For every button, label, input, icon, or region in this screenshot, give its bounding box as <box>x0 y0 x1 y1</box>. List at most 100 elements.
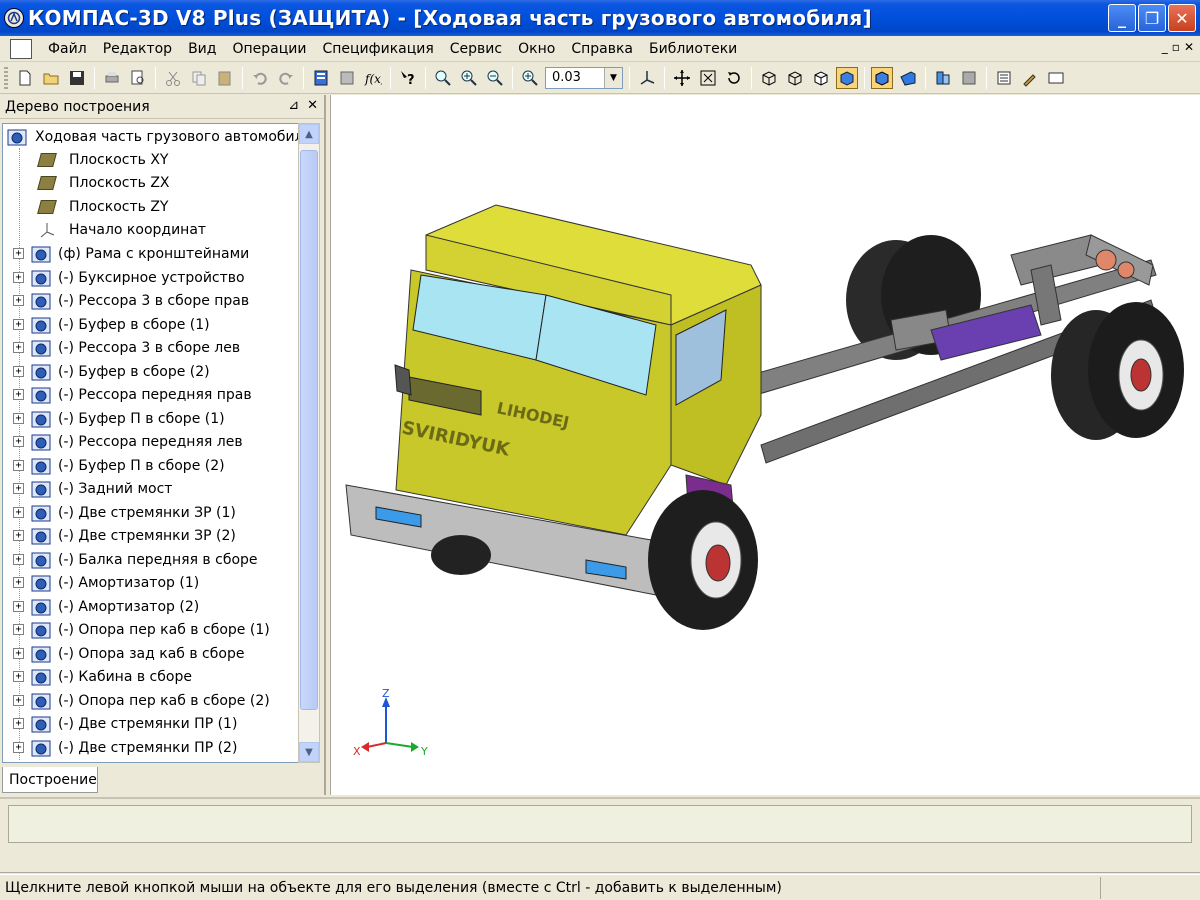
expand-icon[interactable]: + <box>13 248 24 259</box>
close-button[interactable]: ✕ <box>1168 4 1196 32</box>
tree-item-component[interactable]: + (-) Амортизатор (1) <box>3 571 199 594</box>
menu-editor[interactable]: Редактор <box>95 41 180 57</box>
tree-item-component[interactable]: + (-) Буксирное устройство <box>3 266 245 289</box>
zoom-in-icon[interactable] <box>458 67 480 89</box>
zoom-fit-icon[interactable] <box>697 67 719 89</box>
tree-item-plane-zy[interactable]: Плоскость ZY <box>3 195 168 218</box>
undo-icon[interactable] <box>249 67 271 89</box>
menu-operations[interactable]: Операции <box>224 41 314 57</box>
orientation-icon[interactable] <box>636 67 658 89</box>
properties-area[interactable] <box>8 805 1192 843</box>
tree-item-component[interactable]: + (ф) Рама с кронштейнами <box>3 242 249 265</box>
tree-item-component[interactable]: + (-) Буфер П в сборе (1) <box>3 407 225 430</box>
expand-icon[interactable]: + <box>13 272 24 283</box>
tree-item-plane-xy[interactable]: Плоскость XY <box>3 148 168 171</box>
chevron-down-icon[interactable]: ▼ <box>604 67 622 88</box>
expand-icon[interactable]: + <box>13 413 24 424</box>
tree-scrollbar[interactable]: ▲ ▼ <box>298 123 320 763</box>
menu-specification[interactable]: Спецификация <box>314 41 441 57</box>
expand-icon[interactable]: + <box>13 483 24 494</box>
zoom-to-scale-icon[interactable] <box>519 67 541 89</box>
kompas-app-icon[interactable] <box>4 8 24 28</box>
tree-item-component[interactable]: + (-) Кабина в сборе <box>3 665 192 688</box>
tree-item-component[interactable]: + (-) Опора зад каб в сборе <box>3 642 244 665</box>
expand-icon[interactable]: + <box>13 624 24 635</box>
print-icon[interactable] <box>101 67 123 89</box>
expand-icon[interactable]: + <box>13 366 24 377</box>
scroll-thumb[interactable] <box>300 150 318 710</box>
tree-item-component[interactable]: + (-) Две стремянки ЗР (1) <box>3 501 236 524</box>
help-icon[interactable]: ? <box>397 67 419 89</box>
tree-icon[interactable] <box>336 67 358 89</box>
expand-icon[interactable]: + <box>13 507 24 518</box>
tree-item-component[interactable]: + (-) Рессора 3 в сборе прав <box>3 289 249 312</box>
tab-build[interactable]: Построение <box>2 767 98 793</box>
zoom-scale-input[interactable] <box>546 70 604 85</box>
perspective-icon[interactable] <box>897 67 919 89</box>
expand-icon[interactable]: + <box>13 742 24 753</box>
expand-icon[interactable]: + <box>13 648 24 659</box>
tree-item-component[interactable]: + (-) Опора пер каб в сборе (2) <box>3 689 270 712</box>
new-icon[interactable] <box>14 67 36 89</box>
save-icon[interactable] <box>66 67 88 89</box>
zoom-icon[interactable] <box>432 67 454 89</box>
function-icon[interactable]: f(x) <box>362 67 384 89</box>
tree-item-component[interactable]: + (-) Две стремянки ПР (1) <box>3 712 237 735</box>
tree-item-component[interactable]: + (-) Рессора передняя лев <box>3 430 243 453</box>
mdi-restore-button[interactable]: ▫ <box>1172 40 1180 54</box>
expand-icon[interactable]: + <box>13 601 24 612</box>
expand-icon[interactable]: + <box>13 718 24 729</box>
tree-item-component[interactable]: + (-) Две стремянки ЗР (2) <box>3 524 236 547</box>
expand-icon[interactable]: + <box>13 460 24 471</box>
expand-icon[interactable]: + <box>13 530 24 541</box>
tree-item-component[interactable]: + (-) Балка передняя в сборе <box>3 548 258 571</box>
zoom-out-icon[interactable] <box>484 67 506 89</box>
tools-icon[interactable] <box>1019 67 1041 89</box>
wireframe-icon[interactable] <box>758 67 780 89</box>
menu-file[interactable]: Файл <box>40 41 95 57</box>
pin-icon[interactable]: ⊿ <box>288 98 299 113</box>
tree-item-component[interactable]: + (-) Буфер в сборе (2) <box>3 360 210 383</box>
tree-item-component[interactable]: + (-) Буфер П в сборе (2) <box>3 454 225 477</box>
hidden-lines-icon[interactable] <box>784 67 806 89</box>
maximize-button[interactable]: ❐ <box>1138 4 1166 32</box>
expand-icon[interactable]: + <box>13 577 24 588</box>
expand-icon[interactable]: + <box>13 695 24 706</box>
tree-item-component[interactable]: + (-) Рессора передняя прав <box>3 383 252 406</box>
tree-item-component[interactable]: + (-) Опора пер каб в сборе (1) <box>3 618 270 641</box>
menu-service[interactable]: Сервис <box>442 41 510 57</box>
tree-root[interactable]: Ходовая часть грузового автомобиля <box>3 125 298 148</box>
panel-close-icon[interactable]: ✕ <box>307 98 318 113</box>
redo-icon[interactable] <box>275 67 297 89</box>
copy-icon[interactable] <box>188 67 210 89</box>
expand-icon[interactable]: + <box>13 295 24 306</box>
tree-item-plane-zx[interactable]: Плоскость ZX <box>3 171 170 194</box>
shaded-edges-icon[interactable] <box>871 66 893 89</box>
preview-icon[interactable] <box>127 67 149 89</box>
minimize-button[interactable]: _ <box>1108 4 1136 32</box>
mdi-minimize-button[interactable]: _ <box>1162 40 1168 54</box>
scroll-up-icon[interactable]: ▲ <box>299 124 319 144</box>
tree-item-component[interactable]: + (-) Две стремянки ПР (2) <box>3 736 237 759</box>
expand-icon[interactable]: + <box>13 319 24 330</box>
expand-icon[interactable]: + <box>13 389 24 400</box>
cut-icon[interactable] <box>162 67 184 89</box>
mdi-close-button[interactable]: ✕ <box>1184 40 1194 54</box>
pan-icon[interactable] <box>671 67 693 89</box>
tree-item-origin[interactable]: Начало координат <box>3 218 206 241</box>
tree-item-component[interactable]: + (-) Задний мост <box>3 477 172 500</box>
tree-item-component[interactable]: + (-) Амортизатор (2) <box>3 595 199 618</box>
model-viewport[interactable]: LIHODEJ SVIRIDYUK Z Y X <box>330 95 1200 795</box>
menu-window[interactable]: Окно <box>510 41 563 57</box>
open-icon[interactable] <box>40 67 62 89</box>
scroll-down-icon[interactable]: ▼ <box>299 742 319 762</box>
variables-icon[interactable] <box>310 67 332 89</box>
menu-view[interactable]: Вид <box>180 41 224 57</box>
menu-libraries[interactable]: Библиотеки <box>641 41 745 57</box>
tree-item-component[interactable]: + (-) Рессора 3 в сборе лев <box>3 336 240 359</box>
toolbar-grip[interactable] <box>4 66 8 89</box>
library-icon[interactable] <box>932 67 954 89</box>
rotate-icon[interactable] <box>723 67 745 89</box>
display-icon[interactable] <box>1045 67 1067 89</box>
expand-icon[interactable]: + <box>13 342 24 353</box>
